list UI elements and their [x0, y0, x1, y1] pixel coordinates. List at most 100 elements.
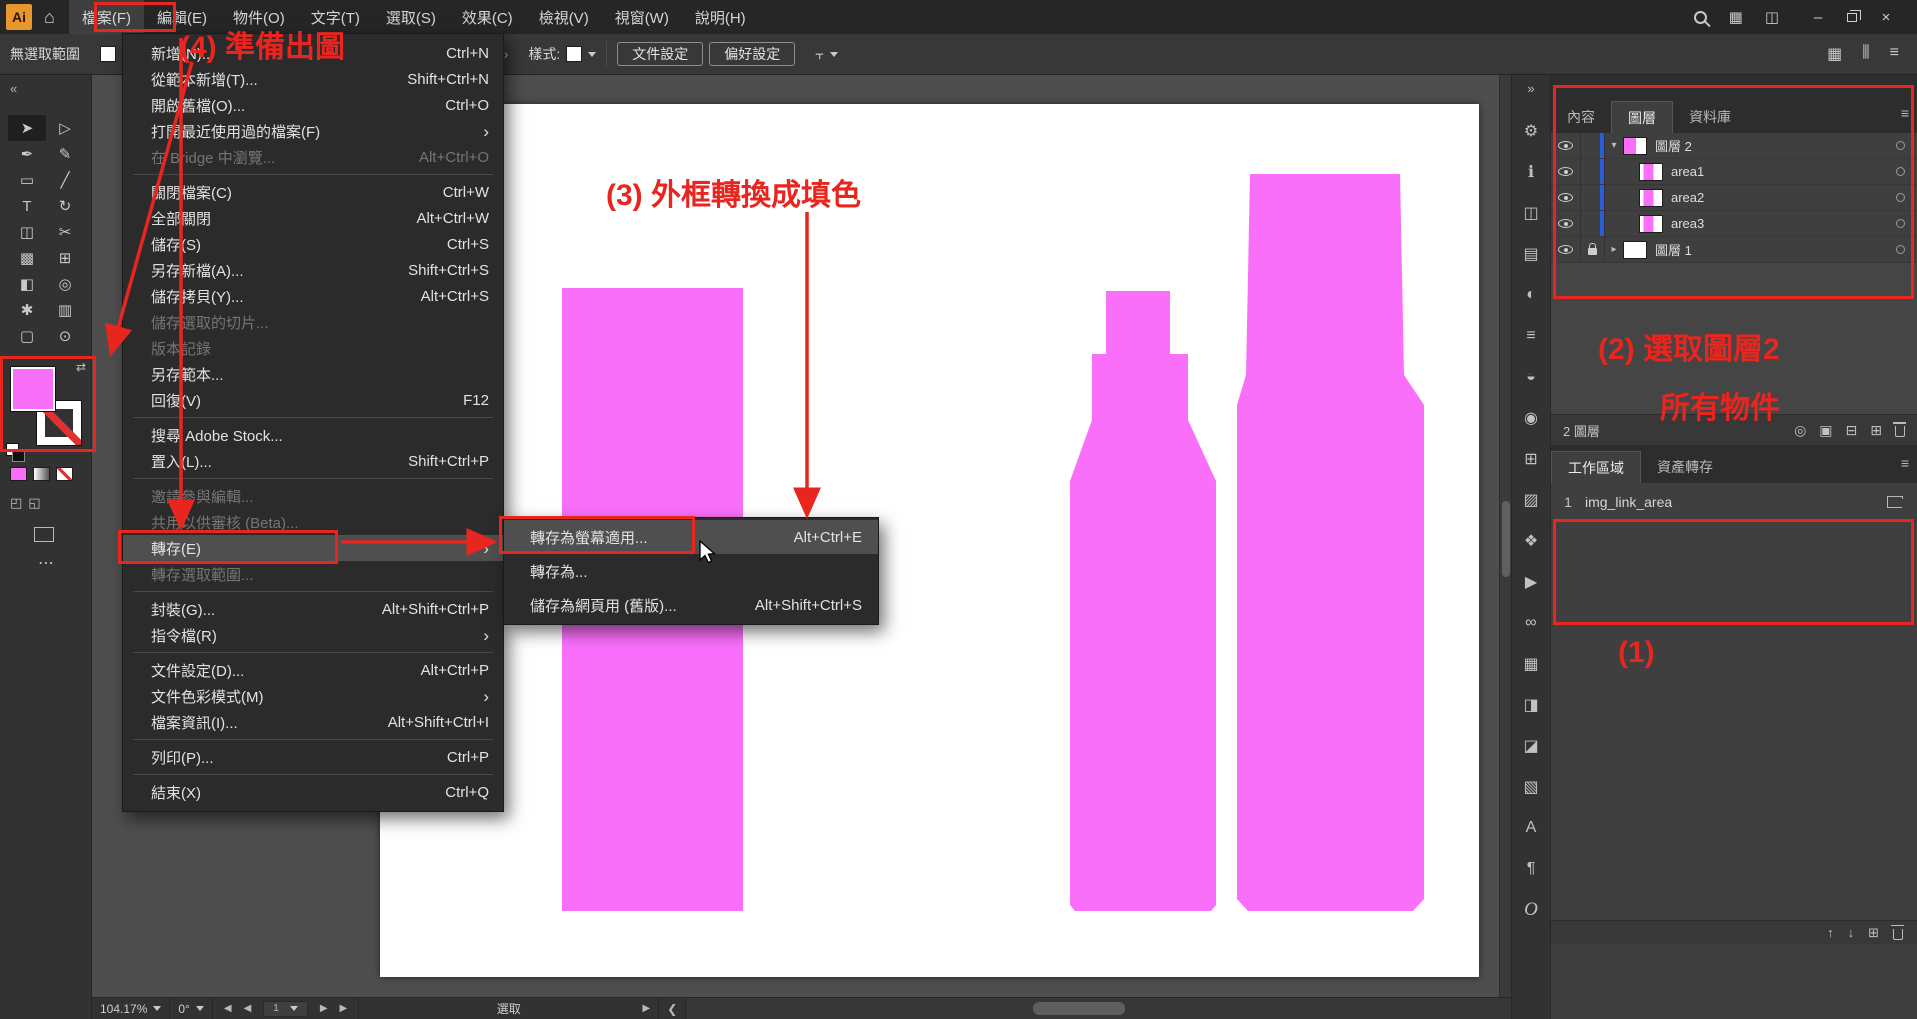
- prev-artboard-icon[interactable]: ◀: [244, 1003, 252, 1014]
- lock-toggle[interactable]: [1581, 185, 1605, 210]
- character-panel-icon[interactable]: A: [1511, 807, 1551, 848]
- panel-menu-icon[interactable]: ≡: [1901, 105, 1909, 121]
- menu-item[interactable]: 回復(V)F12: [123, 387, 503, 413]
- vertical-scrollbar[interactable]: [1499, 75, 1511, 997]
- scissors-tool[interactable]: ✂: [46, 219, 84, 245]
- zoom-tool[interactable]: ⊙: [46, 323, 84, 349]
- scroll-left-icon[interactable]: ❮: [659, 998, 686, 1019]
- shape-bottle-small[interactable]: [1070, 291, 1216, 911]
- new-artboard-icon[interactable]: ⊞: [1868, 925, 1879, 941]
- curvature-tool[interactable]: ✎: [46, 141, 84, 167]
- menu-item[interactable]: 另存範本...: [123, 361, 503, 387]
- menu-item[interactable]: 轉存為...: [504, 554, 878, 588]
- collapse-toolbar-icon[interactable]: «: [0, 75, 91, 96]
- tab-artboards[interactable]: 工作區域: [1551, 451, 1641, 483]
- stroke-panel-icon[interactable]: ≡: [1511, 315, 1551, 356]
- style-caret-icon[interactable]: [588, 52, 596, 57]
- document-setup-button[interactable]: 文件設定: [617, 42, 703, 66]
- delete-artboard-icon[interactable]: [1893, 929, 1903, 940]
- target-circle-icon[interactable]: [1896, 219, 1905, 228]
- grid-options-icon[interactable]: ▦: [1827, 44, 1842, 64]
- artboard-tool[interactable]: ▢: [8, 323, 46, 349]
- lock-toggle[interactable]: [1581, 159, 1605, 184]
- preferences-button[interactable]: 偏好設定: [709, 42, 795, 66]
- draw-normal-icon[interactable]: ◰: [10, 495, 22, 511]
- visibility-toggle[interactable]: [1551, 159, 1581, 184]
- menubar-item-3[interactable]: 文字(T): [298, 0, 373, 34]
- menu-item[interactable]: 開啟舊檔(O)...Ctrl+O: [123, 92, 503, 118]
- menu-item[interactable]: 打開最近使用過的檔案(F)›: [123, 118, 503, 144]
- layer-thumbnail[interactable]: [1639, 189, 1663, 207]
- layer-name[interactable]: 圖層 1: [1655, 240, 1896, 259]
- artboard-row[interactable]: 1img_link_area: [1551, 483, 1917, 521]
- menu-item[interactable]: 檔案資訊(I)...Alt+Shift+Ctrl+I: [123, 709, 503, 735]
- shape-builder-tool[interactable]: ◧: [8, 271, 46, 297]
- rectangle-tool[interactable]: ▭: [8, 167, 46, 193]
- search-icon[interactable]: [1694, 11, 1707, 24]
- menu-item[interactable]: 另存新檔(A)...Shift+Ctrl+S: [123, 257, 503, 283]
- selection-tool[interactable]: ➤: [8, 115, 46, 141]
- swatches-panel-icon[interactable]: ⊞: [1511, 438, 1551, 479]
- eraser-tool[interactable]: ◫: [8, 219, 46, 245]
- workspace-switcher-icon[interactable]: ▦: [1729, 8, 1743, 26]
- brushes-panel-icon[interactable]: ▨: [1511, 479, 1551, 520]
- target-circle-icon[interactable]: [1896, 193, 1905, 202]
- locate-object-icon[interactable]: ◎: [1794, 422, 1806, 439]
- menubar-item-4[interactable]: 選取(S): [373, 0, 449, 34]
- layer-name[interactable]: 圖層 2: [1655, 136, 1896, 155]
- appearance-panel-icon[interactable]: ◐: [1511, 274, 1551, 315]
- close-button[interactable]: ×: [1869, 0, 1903, 34]
- gradient-button[interactable]: [33, 467, 50, 481]
- menubar-item-6[interactable]: 檢視(V): [526, 0, 602, 34]
- color-panel-icon[interactable]: ◒: [1511, 356, 1551, 397]
- move-up-icon[interactable]: ↑: [1827, 925, 1834, 940]
- links-panel-icon[interactable]: ∞: [1511, 602, 1551, 643]
- transparency-panel-icon[interactable]: ▧: [1511, 766, 1551, 807]
- color-button[interactable]: [10, 467, 27, 481]
- layer-thumbnail[interactable]: [1623, 241, 1647, 259]
- artboard-name[interactable]: img_link_area: [1585, 494, 1887, 510]
- visibility-toggle[interactable]: [1551, 185, 1581, 210]
- artboard-number-select[interactable]: 1: [263, 1001, 308, 1017]
- menu-item[interactable]: 從範本新增(T)...Shift+Ctrl+N: [123, 66, 503, 92]
- new-layer-icon[interactable]: ⊞: [1870, 422, 1882, 439]
- symbol-sprayer-tool[interactable]: ✱: [8, 297, 46, 323]
- move-down-icon[interactable]: ↓: [1848, 925, 1855, 940]
- lock-toggle[interactable]: [1581, 211, 1605, 236]
- align-glyphs-icon[interactable]: ⫟: [815, 46, 824, 63]
- layer-row[interactable]: area3: [1551, 211, 1917, 237]
- opentype-panel-icon[interactable]: O: [1511, 889, 1551, 930]
- panel-dock-icon[interactable]: ⫼: [1862, 44, 1869, 64]
- blend-tool[interactable]: ◎: [46, 271, 84, 297]
- layer-name[interactable]: area2: [1671, 190, 1896, 205]
- paragraph-panel-icon[interactable]: ¶: [1511, 848, 1551, 889]
- actions-panel-icon[interactable]: ▶: [1511, 561, 1551, 602]
- control-menu-icon[interactable]: ≡: [1890, 44, 1899, 64]
- menubar-item-5[interactable]: 效果(C): [449, 0, 526, 34]
- menu-item[interactable]: 關閉檔案(C)Ctrl+W: [123, 179, 503, 205]
- menu-item[interactable]: 轉存(E)›: [123, 535, 503, 561]
- menu-item[interactable]: 新增(N)...Ctrl+N: [123, 40, 503, 66]
- image-trace-panel-icon[interactable]: ◨: [1511, 684, 1551, 725]
- vertical-scrollbar-thumb[interactable]: [1502, 501, 1510, 577]
- menu-item[interactable]: 列印(P)...Ctrl+P: [123, 744, 503, 770]
- menubar-item-2[interactable]: 物件(O): [220, 0, 298, 34]
- default-fill-stroke-icon[interactable]: [6, 443, 19, 456]
- status-menu-icon[interactable]: ▶: [643, 1003, 651, 1014]
- rotate-tool[interactable]: ↻: [46, 193, 84, 219]
- layer-thumbnail[interactable]: [1639, 215, 1663, 233]
- shape-bottle-large[interactable]: [1237, 174, 1424, 911]
- menu-item[interactable]: 封裝(G)...Alt+Shift+Ctrl+P: [123, 596, 503, 622]
- layer-row[interactable]: area1: [1551, 159, 1917, 185]
- last-artboard-icon[interactable]: ▶: [340, 1003, 348, 1014]
- mesh-tool[interactable]: ⊞: [46, 245, 84, 271]
- menubar-item-0[interactable]: 檔案(F): [69, 0, 144, 34]
- menubar-item-7[interactable]: 視窗(W): [602, 0, 682, 34]
- target-circle-icon[interactable]: [1896, 167, 1905, 176]
- none-button[interactable]: [56, 467, 73, 481]
- layer-row[interactable]: ▸圖層 1: [1551, 237, 1917, 263]
- restore-button[interactable]: [1835, 0, 1869, 34]
- gradient-tool[interactable]: ▩: [8, 245, 46, 271]
- draw-behind-icon[interactable]: ◱: [28, 495, 40, 511]
- make-mask-icon[interactable]: ▣: [1819, 422, 1832, 439]
